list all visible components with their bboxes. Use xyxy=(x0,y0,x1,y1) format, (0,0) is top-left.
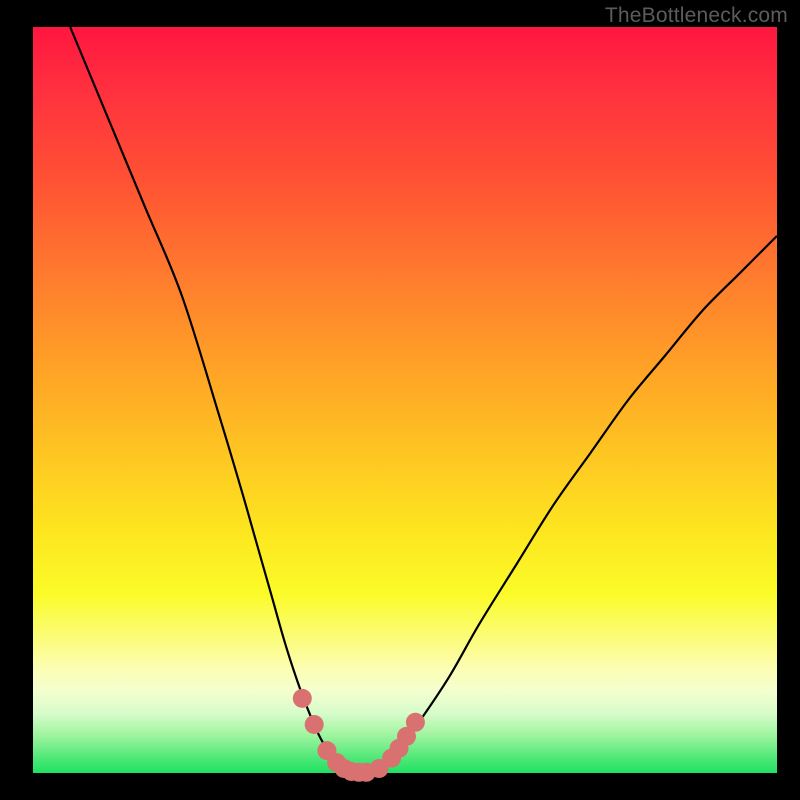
chart-frame: TheBottleneck.com xyxy=(0,0,800,800)
chart-svg xyxy=(0,0,800,800)
curve-path xyxy=(70,27,777,774)
marker-group xyxy=(293,689,425,782)
curve-marker xyxy=(406,713,425,732)
curve-marker xyxy=(293,689,312,708)
bottleneck-curve xyxy=(70,27,777,774)
curve-marker xyxy=(305,715,324,734)
watermark-text: TheBottleneck.com xyxy=(605,4,788,28)
